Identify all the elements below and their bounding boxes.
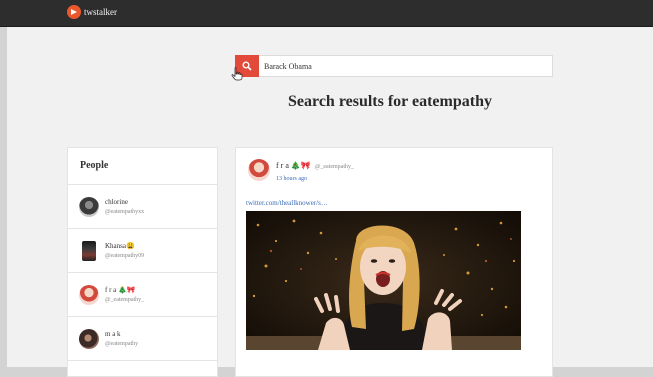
person-handle: @eatempathy: [105, 340, 139, 347]
avatar[interactable]: [248, 159, 270, 181]
person-name: Khansa😩: [105, 241, 135, 250]
person-name: m a k: [105, 329, 121, 338]
avatar: [82, 240, 96, 261]
tweet-media-image[interactable]: [246, 211, 521, 350]
person-handle: @eatempathyxx: [105, 208, 145, 215]
tweet-card: f r a 🎄🎀 @_eatempathy_ 13 hours ago twit…: [235, 147, 553, 377]
person-name: chlorine: [105, 197, 128, 206]
person-handle: @eatempathy09: [105, 252, 145, 259]
person-handle: @_eatempathy_: [105, 296, 145, 303]
person-item[interactable]: Khansa😩 @eatempathy09: [68, 229, 217, 273]
avatar: [79, 328, 99, 349]
app-logo[interactable]: twstalker: [67, 5, 117, 19]
search-input[interactable]: [264, 56, 544, 76]
search-icon: [242, 61, 252, 71]
app-name: twstalker: [84, 7, 117, 17]
people-panel: People chlorine @eatempathyxx Khansa😩 @e…: [67, 147, 218, 377]
person-item[interactable]: f r a 🎄🎀 @_eatempathy_: [68, 273, 217, 317]
hand-cursor-icon: [231, 67, 243, 81]
person-item[interactable]: m a k @eatempathy: [68, 317, 217, 361]
person-name: f r a 🎄🎀: [105, 285, 136, 294]
tweet-author-name[interactable]: f r a 🎄🎀: [276, 161, 311, 170]
top-bar: twstalker: [0, 0, 653, 27]
avatar: [79, 196, 99, 217]
tweet-link[interactable]: twitter.com/theallknower/s…: [246, 199, 328, 207]
person-item[interactable]: chlorine @eatempathyxx: [68, 185, 217, 229]
tweet-author-handle[interactable]: @_eatempathy_: [315, 164, 354, 170]
search-bar: [235, 55, 553, 77]
twstalker-logo-icon: [67, 5, 81, 19]
people-heading: People: [68, 148, 217, 185]
results-title: Search results for eatempathy: [288, 93, 492, 110]
avatar: [79, 284, 99, 305]
tweet-timestamp[interactable]: 13 hours ago: [276, 176, 307, 182]
